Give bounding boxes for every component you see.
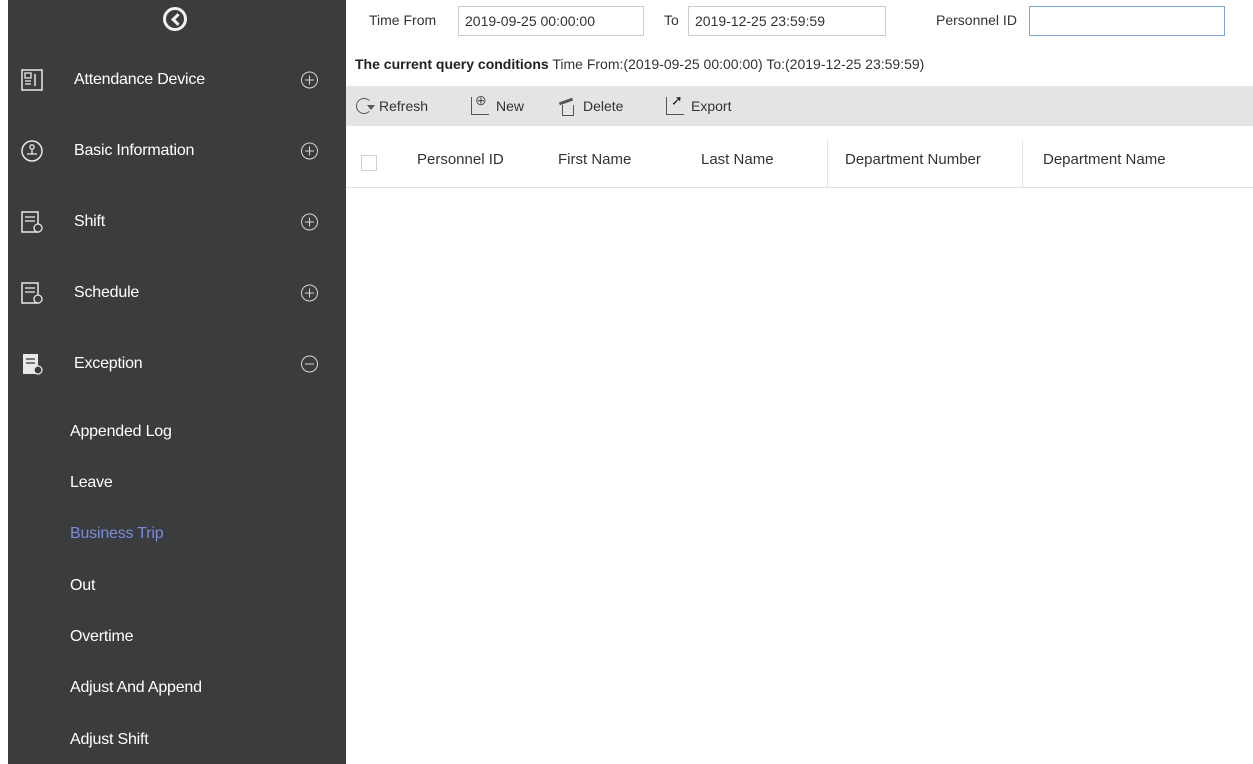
column-department-name[interactable]: Department Name: [1022, 140, 1166, 188]
menu-schedule[interactable]: Schedule: [8, 267, 346, 319]
time-from-input[interactable]: [458, 6, 644, 36]
to-label: To: [664, 12, 679, 28]
expand-plus-icon[interactable]: [301, 71, 318, 89]
delete-icon: [558, 97, 576, 116]
personnel-id-label: Personnel ID: [936, 12, 1017, 28]
submenu-overtime[interactable]: Overtime: [70, 628, 134, 646]
menu-label: Schedule: [74, 284, 140, 301]
delete-button[interactable]: Delete: [558, 96, 623, 116]
new-icon: [471, 92, 489, 115]
export-button[interactable]: Export: [666, 92, 732, 116]
query-conditions-text: Time From:(2019-09-25 00:00:00) To:(2019…: [552, 56, 925, 72]
column-last-name[interactable]: Last Name: [701, 140, 774, 188]
submenu-adjust-shift[interactable]: Adjust Shift: [70, 731, 149, 749]
menu-attendance-device[interactable]: Attendance Device: [8, 54, 346, 106]
export-label: Export: [691, 98, 732, 114]
expand-plus-icon[interactable]: [301, 284, 318, 302]
submenu-out[interactable]: Out: [70, 577, 95, 595]
menu-label: Basic Information: [74, 142, 195, 159]
menu-label: Exception: [74, 355, 143, 372]
submenu-appended-log[interactable]: Appended Log: [70, 423, 172, 441]
refresh-icon: [356, 98, 375, 114]
select-all-checkbox[interactable]: [361, 155, 377, 171]
filter-bar: Time From To Personnel ID: [346, 6, 1253, 36]
menu-label: Attendance Device: [74, 71, 205, 88]
submenu-adjust-and-append[interactable]: Adjust And Append: [70, 679, 202, 697]
table-header: Personnel ID First Name Last Name Depart…: [346, 140, 1253, 188]
toolbar: Refresh New Delete Export: [346, 86, 1253, 126]
menu-basic-information[interactable]: Basic Information: [8, 125, 346, 177]
refresh-label: Refresh: [379, 98, 429, 114]
time-to-input[interactable]: [688, 6, 886, 36]
main-content: Time From To Personnel ID The current qu…: [346, 0, 1253, 764]
menu-label: Shift: [74, 213, 106, 230]
time-from-label: Time From: [369, 12, 437, 28]
expand-plus-icon[interactable]: [301, 142, 318, 160]
submenu-business-trip[interactable]: Business Trip: [70, 525, 164, 543]
menu-shift[interactable]: Shift: [8, 196, 346, 248]
exception-icon: [23, 354, 43, 375]
submenu-leave[interactable]: Leave: [70, 474, 113, 492]
refresh-button[interactable]: Refresh: [356, 96, 428, 116]
personnel-id-input[interactable]: [1029, 6, 1225, 36]
shift-icon: [21, 211, 43, 233]
query-conditions-label: The current query conditions: [355, 56, 549, 72]
menu-exception[interactable]: Exception: [8, 338, 346, 390]
delete-label: Delete: [583, 98, 624, 114]
new-label: New: [496, 98, 525, 114]
column-first-name[interactable]: First Name: [558, 140, 631, 188]
query-conditions: The current query conditions Time From:(…: [355, 56, 924, 72]
expand-plus-icon[interactable]: [301, 213, 318, 231]
attendance-device-icon: [21, 69, 43, 91]
column-department-number[interactable]: Department Number: [827, 140, 981, 188]
export-icon: [666, 92, 684, 115]
new-button[interactable]: New: [471, 92, 525, 116]
collapse-minus-icon[interactable]: [301, 355, 318, 373]
sidebar: Attendance Device Basic Information Shif…: [8, 0, 346, 764]
collapse-sidebar-icon[interactable]: [163, 7, 187, 31]
table-body: [346, 189, 1253, 764]
column-personnel-id[interactable]: Personnel ID: [417, 140, 504, 188]
schedule-icon: [21, 282, 43, 304]
basic-information-icon: [21, 140, 43, 162]
